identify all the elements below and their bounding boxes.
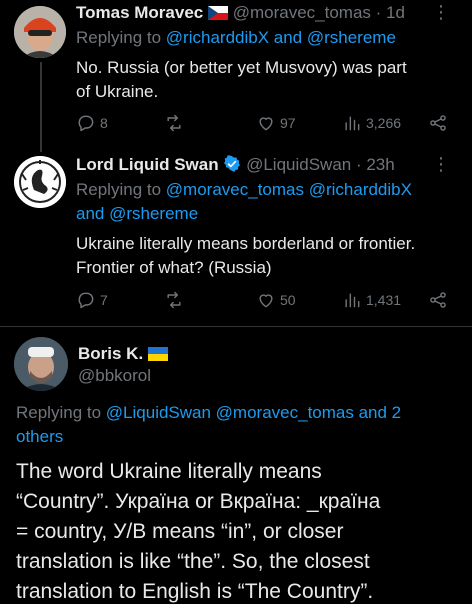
avatar-tomas[interactable] — [14, 6, 66, 58]
avatar-boris[interactable] — [14, 337, 68, 391]
share-icon — [430, 292, 446, 308]
reply-icon — [78, 292, 94, 309]
like-button[interactable]: 97 — [256, 113, 296, 133]
views-icon — [345, 116, 360, 131]
replying-to-mentions[interactable]: @LiquidSwan @moravec_tomas and 2 — [106, 403, 401, 422]
tweet-text-line: of Ukraine. — [76, 82, 159, 101]
views-icon — [345, 293, 360, 308]
tweet-header: Boris K. — [78, 343, 168, 365]
author-name[interactable]: Lord Liquid Swan — [76, 155, 219, 174]
share-button[interactable] — [428, 290, 448, 310]
author-handle[interactable]: @LiquidSwan — [246, 155, 351, 174]
tweet-text: No. Russia (or better yet Musvovy) was p… — [76, 56, 407, 104]
share-button[interactable] — [428, 113, 448, 133]
author-handle[interactable]: @moravec_tomas — [233, 3, 371, 22]
retweet-icon — [167, 114, 181, 132]
replying-to: Replying to @moravec_tomas @richarddibX … — [76, 178, 412, 226]
replying-to-mentions[interactable]: @richarddibX and @rshereme — [166, 28, 396, 47]
czech-flag-icon — [207, 6, 228, 20]
tweet-text-line: The word Ukraine literally means — [16, 460, 322, 483]
like-icon — [259, 294, 273, 308]
author-handle[interactable]: @bbkorol — [78, 366, 151, 385]
more-icon[interactable]: ⋮ — [432, 154, 450, 175]
reply-button[interactable]: 8 — [76, 113, 108, 133]
tweet-boris[interactable]: Boris K. @bbkorol Replying to @LiquidSwa… — [0, 327, 472, 604]
thread-line — [40, 144, 42, 152]
tweet-text-line: translation is like “the”. So, the close… — [16, 550, 370, 573]
like-button[interactable]: 50 — [256, 290, 296, 310]
views-count: 1,431 — [366, 292, 402, 308]
action-bar: 8 97 3,266 — [76, 113, 472, 135]
retweet-button[interactable] — [164, 113, 184, 133]
tweet-liquidswan[interactable]: Lord Liquid Swan @LiquidSwan · 23h ⋮ Rep… — [0, 144, 472, 320]
like-count: 50 — [280, 292, 296, 308]
tweet-time[interactable]: · 1d — [376, 3, 405, 22]
tweet-header: Lord Liquid Swan @LiquidSwan · 23h — [76, 154, 395, 176]
tweet-text: Ukraine literally means borderland or fr… — [76, 232, 415, 280]
avatar-tomas-image — [14, 6, 66, 58]
tweet-text: The word Ukraine literally means “Countr… — [16, 457, 466, 604]
tweet-text-line: translation to English is “The Country”. — [16, 580, 374, 603]
replying-to-label: Replying to — [76, 28, 162, 47]
reply-count: 8 — [100, 115, 108, 131]
views-button[interactable]: 3,266 — [342, 113, 401, 133]
retweet-icon — [167, 291, 181, 309]
author-handle-row: @bbkorol — [78, 365, 151, 387]
tweet-text-line: = country, У/В means “in”, or closer — [16, 520, 344, 543]
avatar-boris-image — [14, 337, 68, 391]
views-button[interactable]: 1,431 — [342, 290, 401, 310]
replying-to-label: Replying to — [76, 180, 162, 199]
replying-to: Replying to @richarddibX and @rshereme — [76, 26, 396, 50]
views-count: 3,266 — [366, 115, 402, 131]
more-icon[interactable]: ⋮ — [432, 2, 450, 23]
avatar-liquidswan[interactable] — [14, 156, 66, 208]
author-name[interactable]: Boris K. — [78, 344, 143, 363]
action-bar: 7 50 1,431 — [76, 290, 472, 312]
replying-to: Replying to @LiquidSwan @moravec_tomas a… — [16, 401, 401, 449]
avatar-liquidswan-image — [14, 156, 66, 208]
author-name[interactable]: Tomas Moravec — [76, 3, 203, 22]
reply-count: 7 — [100, 292, 108, 308]
like-count: 97 — [280, 115, 296, 131]
share-icon — [430, 115, 446, 131]
verified-icon — [224, 155, 241, 172]
like-icon — [259, 117, 273, 131]
tweet-text-line: Frontier of what? (Russia) — [76, 258, 272, 277]
reply-button[interactable]: 7 — [76, 290, 108, 310]
tweet-text-line: Ukraine literally means borderland or fr… — [76, 234, 416, 253]
tweet-tomas[interactable]: Tomas Moravec @moravec_tomas · 1d ⋮ Repl… — [0, 0, 472, 144]
replying-to-mentions-2[interactable]: others — [16, 427, 63, 446]
ukraine-flag-icon — [147, 347, 168, 361]
retweet-button[interactable] — [164, 290, 184, 310]
replying-to-mentions[interactable]: @moravec_tomas @richarddibX — [166, 180, 412, 199]
thread-line — [40, 62, 42, 144]
tweet-time[interactable]: · 23h — [356, 155, 395, 174]
tweet-text-line: “Country”. Україна or Вкраїна: _країна — [16, 490, 381, 513]
tweet-text-line: No. Russia (or better yet Musvovy) was p… — [76, 58, 407, 77]
replying-to-mentions-2[interactable]: and @rshereme — [76, 204, 198, 223]
tweet-header: Tomas Moravec @moravec_tomas · 1d — [76, 2, 405, 24]
replying-to-label: Replying to — [16, 403, 102, 422]
reply-icon — [78, 115, 94, 132]
